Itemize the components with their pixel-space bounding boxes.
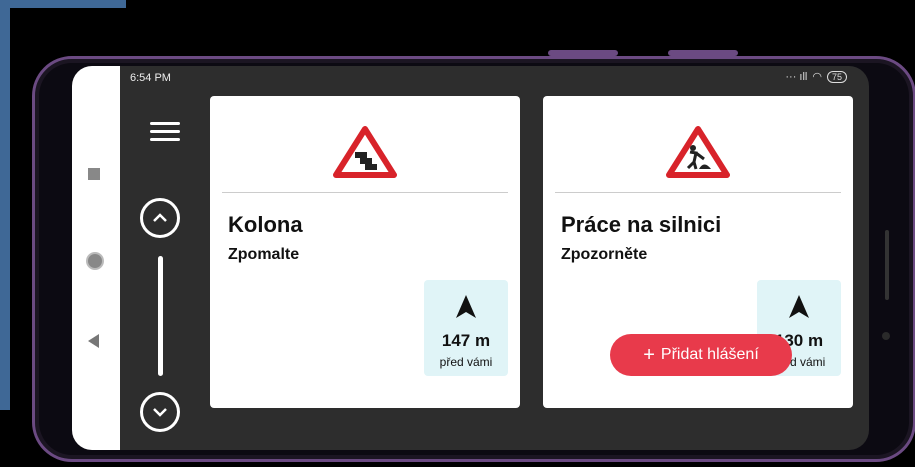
scroll-down-button[interactable] (140, 392, 180, 432)
distance-label: před vámi (439, 355, 493, 369)
phone-camera (882, 332, 890, 340)
card-divider (222, 192, 508, 193)
system-navbar (72, 66, 120, 450)
distance-box: 147 m před vámi (424, 280, 508, 376)
chevron-down-icon (153, 408, 167, 417)
warning-title: Kolona (228, 212, 303, 237)
home-icon[interactable] (86, 252, 104, 270)
chevron-up-icon (153, 213, 167, 222)
add-report-button[interactable]: + Přidat hlášení (610, 334, 792, 376)
recents-icon[interactable] (88, 168, 100, 180)
navigation-arrow-icon (456, 295, 476, 318)
battery-indicator: 75 (826, 70, 847, 83)
app-screen: 6:54 PM ··· ıll ◠ 75 Kolona Zpomalte 147… (72, 66, 869, 450)
warning-subtitle: Zpozorněte (561, 246, 648, 263)
plus-icon: + (643, 344, 655, 366)
traffic-jam-warning-icon (333, 126, 397, 178)
warning-card[interactable]: Kolona Zpomalte 147 m před vámi (210, 96, 520, 408)
status-icons: ··· ıll ◠ 75 (785, 70, 847, 83)
scroll-track[interactable] (158, 256, 163, 376)
add-report-label: Přidat hlášení (660, 346, 759, 363)
roadworks-warning-icon (666, 126, 730, 178)
warning-title: Práce na silnici (561, 212, 722, 237)
warning-subtitle: Zpomalte (228, 246, 300, 263)
scroll-up-button[interactable] (140, 198, 180, 238)
card-divider (555, 192, 841, 193)
menu-icon[interactable] (150, 122, 180, 142)
phone-side-sensor (885, 230, 889, 300)
wifi-icon: ◠ (812, 71, 822, 83)
distance-value: 147 m (441, 331, 491, 350)
back-icon[interactable] (88, 334, 99, 348)
signal-icon: ··· ıll (785, 70, 808, 83)
navigation-arrow-icon (789, 295, 809, 318)
status-time: 6:54 PM (130, 72, 171, 84)
